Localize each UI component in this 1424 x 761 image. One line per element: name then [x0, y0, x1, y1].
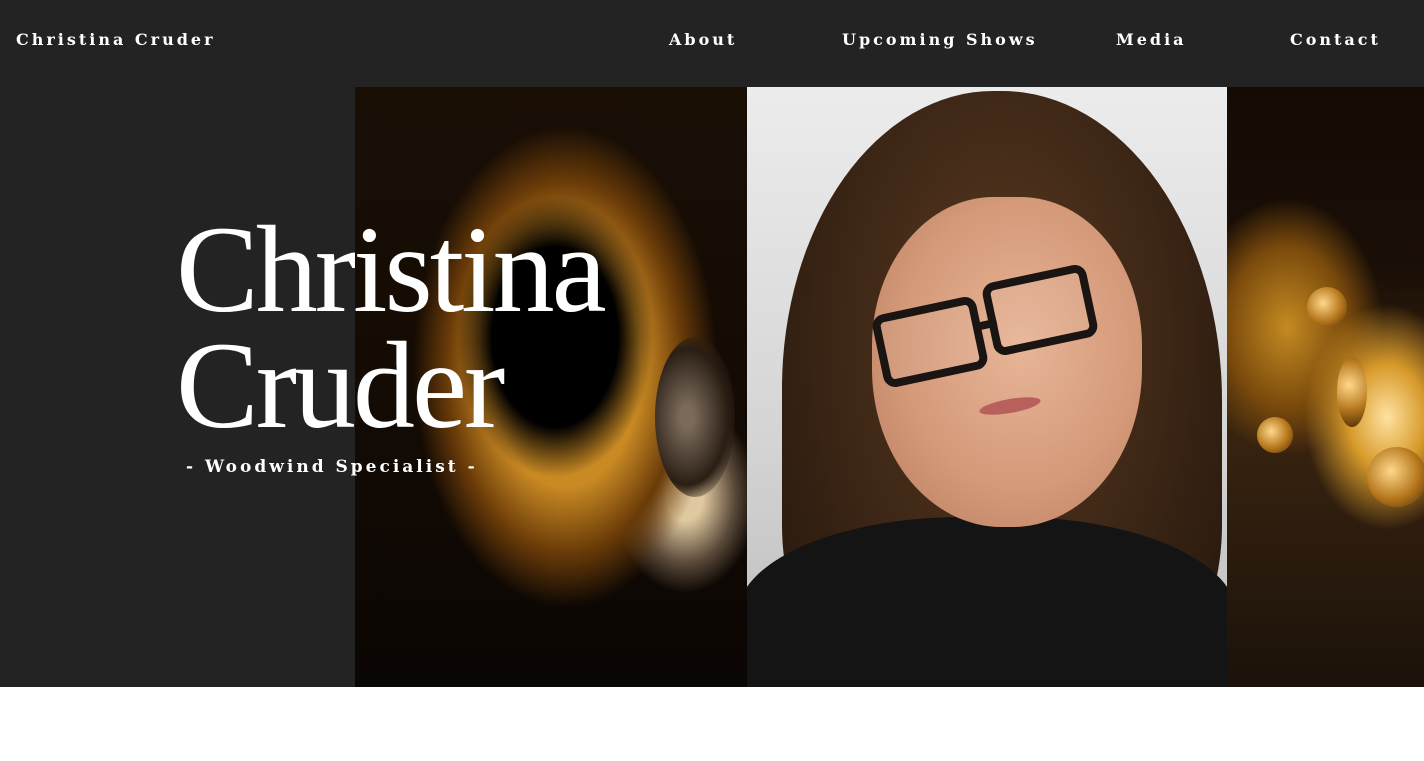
hero-section: Christina Cruder - Woodwind Specialist -	[0, 87, 1424, 687]
sax-key	[1307, 287, 1347, 327]
saxophone-keys-image	[1227, 87, 1424, 687]
sax-key	[1257, 417, 1293, 453]
horn-mouthpiece-detail	[655, 337, 735, 497]
nav-link-media[interactable]: Media	[1116, 30, 1187, 49]
portrait-shoulders	[747, 517, 1227, 687]
hero-subtitle: - Woodwind Specialist -	[186, 457, 478, 477]
sax-key	[1367, 447, 1424, 507]
portrait-image	[747, 87, 1227, 687]
brand-link[interactable]: Christina Cruder	[16, 30, 216, 49]
nav-link-about[interactable]: About	[669, 30, 737, 49]
site-header: Christina Cruder About Upcoming Shows Me…	[0, 0, 1424, 87]
hero-title-last-name: Cruder	[176, 317, 505, 454]
nav-link-contact[interactable]: Contact	[1290, 30, 1381, 49]
content-area	[0, 687, 1424, 761]
hero-title: Christina Cruder	[176, 208, 607, 448]
sax-key	[1337, 357, 1367, 427]
nav-link-upcoming-shows[interactable]: Upcoming Shows	[842, 30, 1038, 49]
